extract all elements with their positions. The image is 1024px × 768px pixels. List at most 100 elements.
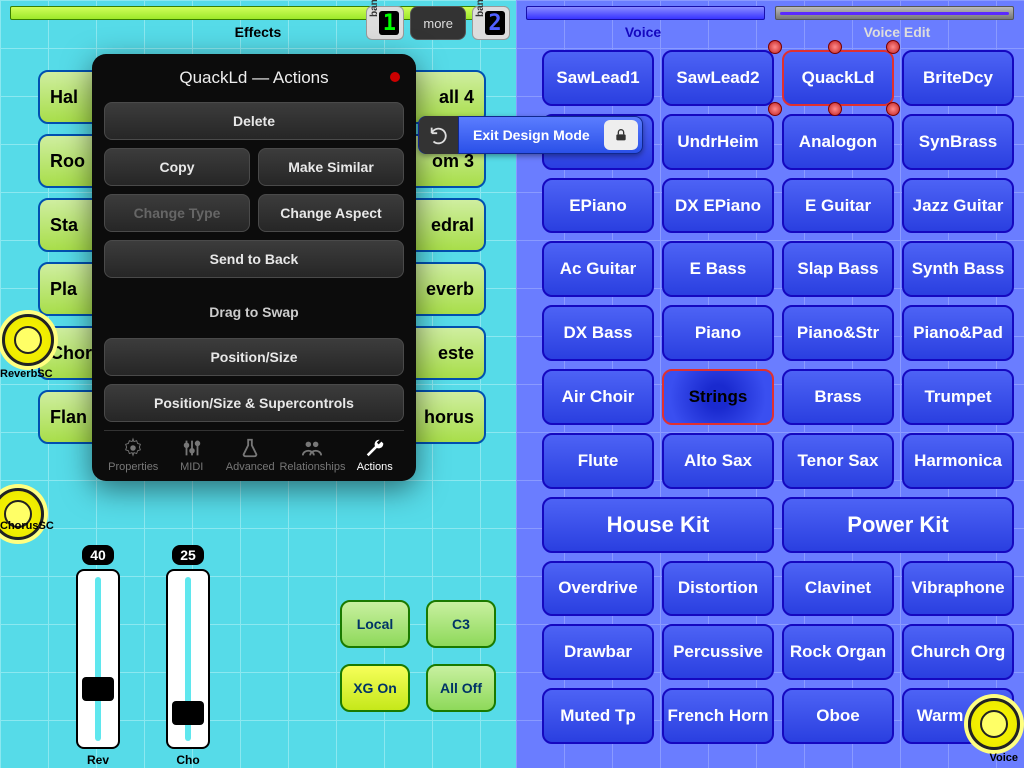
position-size-supercontrols-button[interactable]: Position/Size & Supercontrols	[104, 384, 404, 422]
rev-label: Rev	[66, 753, 130, 767]
change-aspect-button[interactable]: Change Aspect	[258, 194, 404, 232]
chorus-dial[interactable]	[0, 488, 44, 540]
undo-icon	[428, 124, 450, 146]
wrench-icon	[364, 437, 386, 459]
voice-button-tenorsax[interactable]: Tenor Sax	[782, 433, 894, 489]
voice-button-sawlead2[interactable]: SawLead2	[662, 50, 774, 106]
rev-track[interactable]	[76, 569, 120, 749]
voice-button-percussive[interactable]: Percussive	[662, 624, 774, 680]
change-type-button[interactable]: Change Type	[104, 194, 250, 232]
lock-icon	[613, 127, 629, 143]
cho-label: Cho	[156, 753, 220, 767]
slider-group: 40 Rev 25 Cho	[66, 545, 220, 767]
tab-actions[interactable]: Actions	[346, 437, 404, 473]
tab-midi[interactable]: MIDI	[162, 437, 220, 473]
popover-tabbar: Properties MIDI Advanced Relationships A…	[104, 430, 404, 473]
voice-button-mutedtp[interactable]: Muted Tp	[542, 688, 654, 744]
voice-edit-bar[interactable]	[775, 6, 1014, 20]
flask-icon	[239, 437, 261, 459]
tab-relationships[interactable]: Relationships	[279, 437, 345, 473]
voice-button-sawlead1[interactable]: SawLead1	[542, 50, 654, 106]
rev-readout: 40	[82, 545, 114, 565]
voice-button-synthbass[interactable]: Synth Bass	[902, 241, 1014, 297]
more-button[interactable]: more	[410, 6, 466, 40]
voice-button-trumpet[interactable]: Trumpet	[902, 369, 1014, 425]
exit-design-mode-bar: Exit Design Mode	[418, 116, 643, 154]
tab-advanced[interactable]: Advanced	[221, 437, 279, 473]
voice-button-powerkit[interactable]: Power Kit	[782, 497, 1014, 553]
exit-design-mode-button[interactable]: Exit Design Mode	[459, 127, 604, 143]
voice-button-britedcy[interactable]: BriteDcy	[902, 50, 1014, 106]
gear-icon	[122, 437, 144, 459]
voice-dial[interactable]	[968, 698, 1020, 750]
popover-title: QuackLd — Actions	[104, 68, 404, 88]
voice-bar[interactable]	[526, 6, 765, 20]
voice-button-piano[interactable]: Piano	[662, 305, 774, 361]
lock-button[interactable]	[604, 120, 638, 150]
voice-button-eguitar[interactable]: E Guitar	[782, 178, 894, 234]
cho-readout: 25	[172, 545, 204, 565]
voice-button-housekit[interactable]: House Kit	[542, 497, 774, 553]
copy-button[interactable]: Copy	[104, 148, 250, 186]
reverb-dial[interactable]	[2, 314, 54, 366]
chorus-dial-label: ChorusSC	[0, 520, 54, 532]
cho-slider[interactable]: 25 Cho	[156, 545, 220, 767]
voice-button-drawbar[interactable]: Drawbar	[542, 624, 654, 680]
rev-slider[interactable]: 40 Rev	[66, 545, 130, 767]
all-off-button[interactable]: All Off	[426, 664, 496, 712]
voice-button-altosax[interactable]: Alto Sax	[662, 433, 774, 489]
bank-2[interactable]: bank 2	[472, 6, 510, 40]
voice-button-airchoir[interactable]: Air Choir	[542, 369, 654, 425]
voice-button-ebass[interactable]: E Bass	[662, 241, 774, 297]
bank-2-digit: 2	[485, 11, 505, 35]
voice-button-brass[interactable]: Brass	[782, 369, 894, 425]
voice-button-churchorg[interactable]: Church Org	[902, 624, 1014, 680]
voice-button-frenchhorn[interactable]: French Horn	[662, 688, 774, 744]
voice-button-rockorgan[interactable]: Rock Organ	[782, 624, 894, 680]
voice-button-oboe[interactable]: Oboe	[782, 688, 894, 744]
voice-edit-title: Voice Edit	[770, 24, 1024, 40]
voice-top-bars	[526, 6, 1014, 20]
voice-button-epiano[interactable]: EPiano	[542, 178, 654, 234]
voice-button-dxbass[interactable]: DX Bass	[542, 305, 654, 361]
actions-popover: QuackLd — Actions Delete Copy Make Simil…	[92, 54, 416, 481]
undo-button[interactable]	[419, 116, 459, 154]
voice-button-pianostr[interactable]: Piano&Str	[782, 305, 894, 361]
sliders-icon	[181, 437, 203, 459]
voice-button-slapbass[interactable]: Slap Bass	[782, 241, 894, 297]
voice-button-pianopad[interactable]: Piano&Pad	[902, 305, 1014, 361]
voice-button-flute[interactable]: Flute	[542, 433, 654, 489]
voice-button-quackld[interactable]: QuackLd	[782, 50, 894, 106]
voice-dial-label: Voice	[989, 752, 1018, 764]
people-icon	[301, 437, 323, 459]
position-size-button[interactable]: Position/Size	[104, 338, 404, 376]
voice-grid: SawLead1SawLead2QuackLdBriteDcyreLdUndrH…	[542, 50, 1014, 744]
record-dot-icon	[390, 72, 400, 82]
voice-button-strings[interactable]: Strings	[662, 369, 774, 425]
voice-button-acguitar[interactable]: Ac Guitar	[542, 241, 654, 297]
send-to-back-button[interactable]: Send to Back	[104, 240, 404, 278]
delete-button[interactable]: Delete	[104, 102, 404, 140]
xg-on-button[interactable]: XG On	[340, 664, 410, 712]
bank-1[interactable]: bank 1	[366, 6, 404, 40]
drag-to-swap-label: Drag to Swap	[104, 286, 404, 338]
voice-button-analogon[interactable]: Analogon	[782, 114, 894, 170]
voice-button-undrheim[interactable]: UndrHeim	[662, 114, 774, 170]
voice-button-clavinet[interactable]: Clavinet	[782, 561, 894, 617]
tab-properties[interactable]: Properties	[104, 437, 162, 473]
mini-button-grid: Local C3 XG On All Off	[340, 600, 496, 712]
voice-button-dxepiano[interactable]: DX EPiano	[662, 178, 774, 234]
local-button[interactable]: Local	[340, 600, 410, 648]
voice-button-distortion[interactable]: Distortion	[662, 561, 774, 617]
voice-button-vibraphone[interactable]: Vibraphone	[902, 561, 1014, 617]
bank-cluster: bank 1 more bank 2	[366, 6, 510, 40]
voice-button-harmonica[interactable]: Harmonica	[902, 433, 1014, 489]
voice-button-synbrass[interactable]: SynBrass	[902, 114, 1014, 170]
voice-title: Voice	[516, 24, 770, 40]
voice-button-overdrive[interactable]: Overdrive	[542, 561, 654, 617]
cho-track[interactable]	[166, 569, 210, 749]
voice-button-jazzguitar[interactable]: Jazz Guitar	[902, 178, 1014, 234]
bank-1-digit: 1	[379, 11, 399, 35]
c3-button[interactable]: C3	[426, 600, 496, 648]
make-similar-button[interactable]: Make Similar	[258, 148, 404, 186]
